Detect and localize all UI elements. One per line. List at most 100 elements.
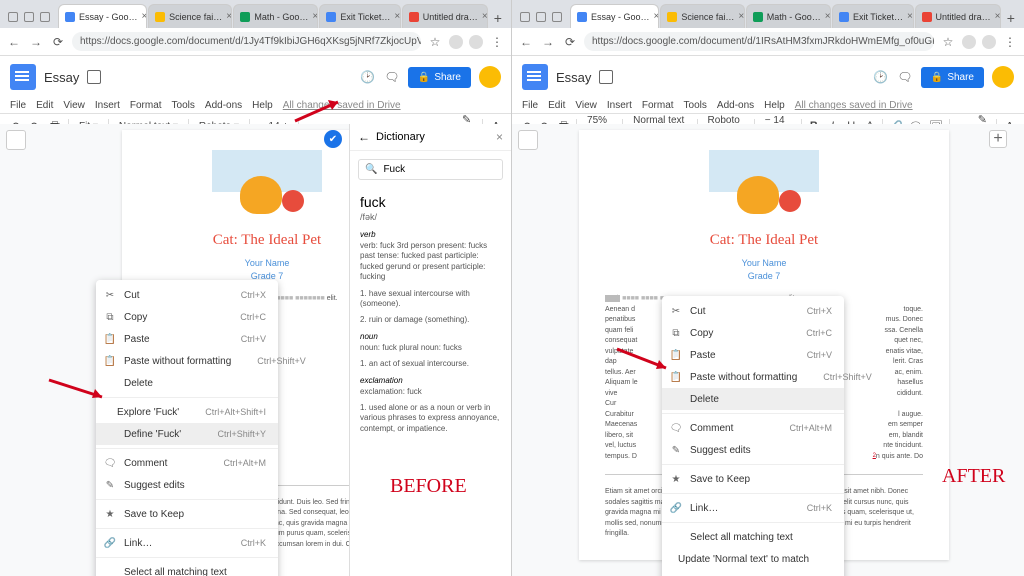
ctx-item[interactable]: 🗨CommentCtrl+Alt+M: [96, 452, 278, 474]
new-tab-button[interactable]: +: [1002, 8, 1020, 28]
ctx-item[interactable]: 🗨CommentCtrl+Alt+M: [662, 417, 844, 439]
url-field[interactable]: https://docs.google.com/document/d/1IRsA…: [584, 32, 934, 51]
panel-title: Dictionary: [376, 131, 490, 143]
folder-icon[interactable]: [87, 70, 101, 84]
tab-untitled[interactable]: Untitled dra…×: [402, 4, 488, 28]
menu-insert[interactable]: Insert: [95, 100, 120, 111]
tab-exit[interactable]: Exit Ticket…×: [319, 4, 400, 28]
ctx-item[interactable]: ✎Suggest edits: [662, 439, 844, 461]
ctx-item[interactable]: 📋Paste without formattingCtrl+Shift+V: [96, 350, 278, 372]
add-comment-icon[interactable]: +: [989, 130, 1007, 148]
tab-essay[interactable]: Essay - Goo…×: [570, 4, 659, 28]
tab-bar: Essay - Goo…× Science fai…× Math - Goo…×…: [512, 0, 1024, 28]
close-window-icon[interactable]: [40, 12, 50, 22]
ctx-item[interactable]: ⧉CopyCtrl+C: [96, 306, 278, 328]
tab-math[interactable]: Math - Goo…×: [233, 4, 318, 28]
history-icon[interactable]: 🕑: [360, 69, 376, 85]
ctx-item[interactable]: 📋PasteCtrl+V: [96, 328, 278, 350]
ctx-item[interactable]: ★Save to Keep: [96, 503, 278, 525]
ctx-item[interactable]: ⌫Clear formattingCtrl+\: [662, 570, 844, 576]
menu-help[interactable]: Help: [252, 100, 273, 111]
ctx-icon: [104, 566, 116, 576]
before-label: BEFORE: [390, 475, 467, 498]
ctx-icon: ⧉: [104, 311, 116, 323]
ctx-item[interactable]: Delete: [96, 372, 278, 394]
ctx-item[interactable]: Select all matching text: [662, 526, 844, 548]
ctx-icon: ✎: [104, 479, 116, 491]
docs-logo-icon[interactable]: [522, 64, 548, 90]
profile-icon[interactable]: [469, 35, 483, 49]
back-icon[interactable]: ←: [518, 34, 534, 50]
doc-title[interactable]: Essay: [44, 70, 79, 85]
menu-addons[interactable]: Add-ons: [205, 100, 242, 111]
ctx-icon: [104, 406, 109, 418]
docs-logo-icon[interactable]: [10, 64, 36, 90]
dict-search-input[interactable]: 🔍Fuck: [358, 159, 503, 180]
cat-illustration: [709, 150, 819, 220]
save-status: All changes saved in Drive: [283, 100, 401, 111]
ctx-icon: 📋: [104, 355, 116, 367]
ctx-item[interactable]: Delete: [662, 388, 844, 410]
menu-file[interactable]: File: [10, 100, 26, 111]
ctx-item[interactable]: 🔗Link…Ctrl+K: [662, 497, 844, 519]
ctx-item[interactable]: 🔗Link…Ctrl+K: [96, 532, 278, 554]
star-icon[interactable]: ☆: [427, 34, 443, 50]
tab-science[interactable]: Science fai…×: [148, 4, 232, 28]
close-tab-icon[interactable]: ×: [142, 11, 148, 22]
docs-favicon-icon: [65, 12, 75, 22]
ctx-icon: 📋: [670, 349, 682, 361]
ctx-item[interactable]: ⧉CopyCtrl+C: [662, 322, 844, 344]
ctx-icon: ✂: [670, 305, 682, 317]
back-arrow-icon[interactable]: ←: [358, 130, 370, 144]
dictionary-panel: ← Dictionary × 🔍Fuck fuck /fək/ verb ver…: [349, 124, 511, 576]
ctx-icon: 📋: [104, 333, 116, 345]
reload-icon[interactable]: ⟳: [562, 34, 578, 50]
explore-icon[interactable]: ✔: [324, 130, 342, 148]
menu-view[interactable]: View: [63, 100, 85, 111]
ctx-icon: 🔗: [104, 537, 116, 549]
close-panel-icon[interactable]: ×: [496, 130, 503, 144]
ctx-item[interactable]: 📋Paste without formattingCtrl+Shift+V: [662, 366, 844, 388]
ctx-icon: [670, 393, 682, 405]
new-tab-button[interactable]: +: [489, 8, 507, 28]
reload-icon[interactable]: ⟳: [50, 34, 66, 50]
ctx-item[interactable]: Select all matching text: [96, 561, 278, 576]
share-button[interactable]: 🔒Share: [921, 67, 984, 88]
forward-icon[interactable]: →: [28, 34, 44, 50]
ctx-item[interactable]: Update 'Normal text' to match: [662, 548, 844, 570]
ctx-icon: ★: [670, 473, 682, 485]
ctx-item[interactable]: 📋PasteCtrl+V: [662, 344, 844, 366]
ctx-item[interactable]: Define 'Fuck'Ctrl+Shift+Y: [96, 423, 278, 445]
menu-tools[interactable]: Tools: [172, 100, 195, 111]
sheets-favicon-icon: [240, 12, 250, 22]
after-label: AFTER: [942, 465, 1005, 488]
ctx-item[interactable]: ✂CutCtrl+X: [96, 284, 278, 306]
minimize-icon[interactable]: [8, 12, 18, 22]
ext-icon[interactable]: [449, 35, 463, 49]
menu-edit[interactable]: Edit: [36, 100, 53, 111]
avatar[interactable]: [479, 66, 501, 88]
address-bar: ← → ⟳ https://docs.google.com/document/d…: [0, 28, 511, 56]
tab-essay[interactable]: Essay - Goo…×: [58, 4, 147, 28]
outline-icon[interactable]: [6, 130, 26, 150]
ctx-icon: [104, 377, 116, 389]
maximize-icon[interactable]: [24, 12, 34, 22]
ctx-item[interactable]: Explore 'Fuck'Ctrl+Alt+Shift+I: [96, 401, 278, 423]
cat-illustration: [212, 150, 322, 220]
share-button[interactable]: 🔒Share: [408, 67, 471, 88]
menu-format[interactable]: Format: [130, 100, 162, 111]
context-menu: ✂CutCtrl+X⧉CopyCtrl+C📋PasteCtrl+V📋Paste …: [96, 280, 278, 576]
ctx-icon: 🗨: [670, 422, 682, 434]
back-icon[interactable]: ←: [6, 34, 22, 50]
ctx-item[interactable]: ✎Suggest edits: [96, 474, 278, 496]
ctx-item[interactable]: ✂CutCtrl+X: [662, 300, 844, 322]
comment-icon[interactable]: 🗨: [384, 69, 400, 85]
url-field[interactable]: https://docs.google.com/document/d/1Jy4T…: [72, 32, 421, 51]
menu-icon[interactable]: ⋮: [489, 34, 505, 50]
ctx-icon: ✂: [104, 289, 116, 301]
outline-icon[interactable]: [518, 130, 538, 150]
forward-icon[interactable]: →: [540, 34, 556, 50]
ctx-item[interactable]: ★Save to Keep: [662, 468, 844, 490]
ctx-icon: 🔗: [670, 502, 682, 514]
ctx-icon: ★: [104, 508, 116, 520]
